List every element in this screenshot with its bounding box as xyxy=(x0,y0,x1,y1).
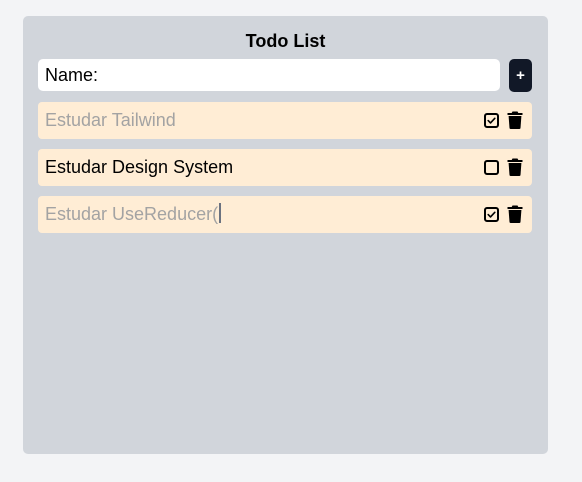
checked-box-icon[interactable] xyxy=(484,113,499,128)
todo-item: Estudar UseReducer( xyxy=(38,196,532,233)
checked-box-icon[interactable] xyxy=(484,207,499,222)
trash-icon[interactable] xyxy=(507,158,523,176)
todo-text[interactable]: Estudar Tailwind xyxy=(45,102,176,139)
add-todo-button[interactable]: + xyxy=(509,59,532,92)
empty-checkbox-icon[interactable] xyxy=(484,160,499,175)
todo-item: Estudar Tailwind xyxy=(38,102,532,139)
text-cursor xyxy=(219,203,222,223)
todo-item: Estudar Design System xyxy=(38,149,532,186)
todo-text: Estudar UseReducer( xyxy=(45,204,219,224)
todo-text[interactable]: Estudar Design System xyxy=(45,149,233,186)
page-title: Todo List xyxy=(245,31,326,51)
todo-card: Todo List + Estudar Tailwind Estudar Des… xyxy=(23,16,548,454)
trash-icon[interactable] xyxy=(507,205,523,223)
todo-name-input[interactable] xyxy=(38,59,500,91)
trash-icon[interactable] xyxy=(507,111,523,129)
todo-list: Estudar Tailwind Estudar Design System E… xyxy=(38,102,532,243)
todo-text-wrapper[interactable]: Estudar UseReducer( xyxy=(45,196,222,233)
